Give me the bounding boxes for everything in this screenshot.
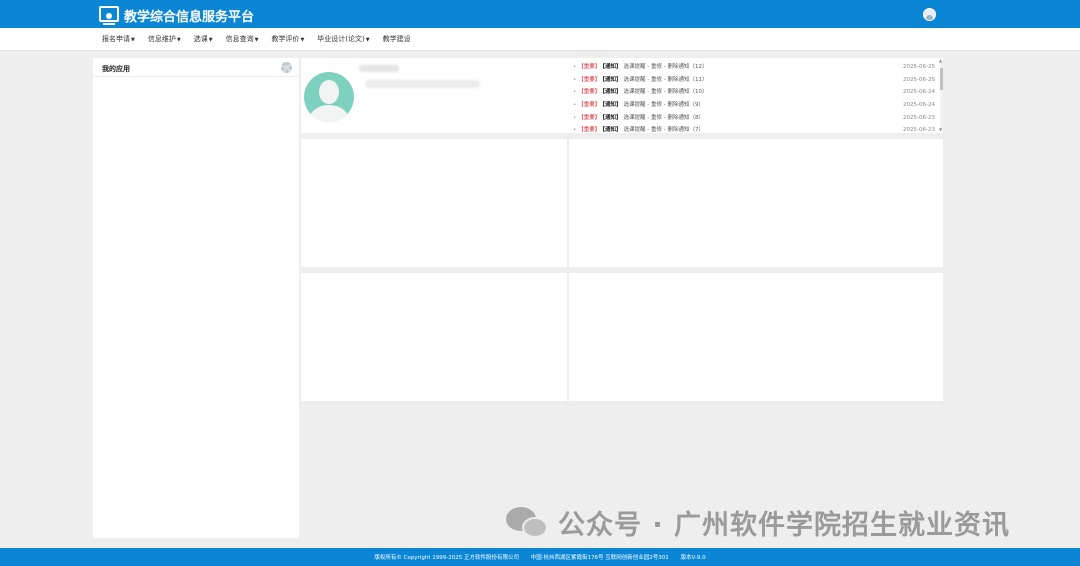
- nav-item-5[interactable]: 毕业设计(论文)▼: [317, 34, 369, 44]
- notice-title: 选课提醒 - 重修 - 删除通知（9）: [623, 102, 704, 109]
- blurred-user-name: [359, 65, 399, 72]
- chat-bubble-shape: [522, 516, 548, 538]
- important-tag: 【重要】: [578, 102, 601, 109]
- caret-down-icon: ▼: [208, 37, 213, 43]
- scroll-down-arrow-icon[interactable]: ▼: [939, 127, 942, 132]
- nav-item-2[interactable]: 选课▼: [194, 34, 213, 44]
- watermark-text: 公众号 · 广州软件学院招生就业资讯: [558, 510, 1011, 541]
- footer-text: 版权所有© Copyright 1999-2025 正方软件股份有限公司 中国·…: [0, 553, 1080, 561]
- notice-row[interactable]: • 【重要】 【通知】 选课提醒 - 重修 - 删除通知（8） 2025-06-23: [573, 112, 939, 125]
- content-card-2: [569, 139, 943, 267]
- notice-type-tag: 【通知】: [602, 64, 622, 70]
- footer-address: 中国·杭州西湖区紫霞街176号 互联网创新创业园2号301: [530, 555, 669, 561]
- nav-item-label: 信息维护: [147, 35, 176, 43]
- profile-notice-panel: • 【重要】 【通知】 选课提醒 - 重修 - 删除通知（12） 2025-06-25 •…: [301, 58, 943, 133]
- content-card-4: [569, 273, 943, 401]
- notice-date: 2025-06-24: [903, 102, 935, 109]
- user-avatar-icon[interactable]: [923, 8, 936, 21]
- notice-row[interactable]: • 【重要】 【通知】 选课提醒 - 重修 - 删除通知（9） 2025-06-24: [573, 99, 939, 112]
- caret-down-icon: ▼: [254, 37, 259, 43]
- notice-type-tag: 【通知】: [602, 114, 622, 121]
- notice-title: 选课提醒 - 重修 - 删除通知（11）: [623, 76, 708, 83]
- nav-item-label: 信息查询: [225, 35, 254, 43]
- divider: [93, 76, 299, 77]
- notice-type-tag: 【通知】: [602, 127, 622, 134]
- important-tag: 【重要】: [578, 64, 601, 70]
- nav-item-label: 报名申请: [102, 35, 130, 43]
- content-card-3: [301, 273, 567, 401]
- bullet-icon: •: [573, 102, 577, 109]
- notice-type-tag: 【通知】: [602, 89, 622, 96]
- nav-item-label: 教学建设: [382, 35, 411, 43]
- gear-icon[interactable]: [281, 62, 292, 73]
- nav-list: 报名申请▼ 信息维护▼ 选课▼ 信息查询▼ 教学评价▼ 毕业设计(论文)▼ 教学建设: [102, 34, 424, 44]
- important-tag: 【重要】: [578, 114, 601, 121]
- bullet-icon: •: [573, 76, 577, 83]
- nav-item-6[interactable]: 教学建设: [383, 34, 411, 44]
- my-apps-panel: 我的应用: [93, 58, 299, 538]
- notice-title: 选课提醒 - 重修 - 删除通知（12）: [623, 64, 708, 70]
- nav-item-1[interactable]: 信息维护▼: [148, 34, 181, 44]
- nav-item-0[interactable]: 报名申请▼: [102, 34, 135, 44]
- notice-row[interactable]: • 【重要】 【通知】 选课提醒 - 重修 - 删除通知（10） 2025-06-24: [573, 86, 939, 99]
- scroll-thumb[interactable]: [940, 68, 943, 90]
- nav-item-label: 教学评价: [271, 35, 300, 43]
- notice-date: 2025-06-25: [903, 76, 935, 83]
- wechat-icon: [506, 505, 550, 541]
- avatar-body-shape: [309, 105, 349, 122]
- notice-scrollbar[interactable]: ▲ ▼: [939, 58, 943, 132]
- notice-date: 2025-06-23: [903, 127, 935, 134]
- avatar-head-shape: [319, 80, 339, 104]
- notice-row[interactable]: • 【重要】 【通知】 选课提醒 - 重修 - 删除通知（12） 2025-06-25: [573, 61, 939, 74]
- content-card-1: [301, 139, 567, 267]
- footer-version: 版本V-9.0: [680, 555, 706, 561]
- notice-list: • 【重要】 【通知】 选课提醒 - 重修 - 删除通知（12） 2025-06-25 •…: [573, 61, 939, 137]
- notice-title: 选课提醒 - 重修 - 删除通知（8）: [623, 114, 704, 121]
- important-tag: 【重要】: [578, 127, 601, 134]
- footer: 版权所有© Copyright 1999-2025 正方软件股份有限公司 中国·…: [0, 548, 1080, 566]
- notice-title: 选课提醒 - 重修 - 删除通知（10）: [623, 89, 708, 96]
- nav-item-3[interactable]: 信息查询▼: [226, 34, 259, 44]
- profile-avatar[interactable]: [304, 72, 354, 122]
- notice-title: 选课提醒 - 重修 - 删除通知（7）: [623, 127, 704, 134]
- blurred-user-info: [365, 80, 480, 88]
- notice-date: 2025-06-23: [903, 114, 935, 121]
- notice-row[interactable]: • 【重要】 【通知】 选课提醒 - 重修 - 删除通知（11） 2025-06-25: [573, 74, 939, 87]
- main-nav: 报名申请▼ 信息维护▼ 选课▼ 信息查询▼ 教学评价▼ 毕业设计(论文)▼ 教学建设: [0, 28, 1080, 51]
- bullet-icon: •: [573, 89, 577, 96]
- my-apps-title: 我的应用: [102, 65, 130, 73]
- notice-row[interactable]: • 【重要】 【通知】 选课提醒 - 重修 - 删除通知（7） 2025-06-23: [573, 124, 939, 137]
- caret-down-icon: ▼: [131, 37, 135, 43]
- nav-item-label: 选课: [193, 35, 208, 43]
- caret-down-icon: ▼: [365, 37, 370, 43]
- notice-type-tag: 【通知】: [602, 102, 622, 109]
- wechat-watermark: 公众号 · 广州软件学院招生就业资讯: [506, 503, 1010, 542]
- bullet-icon: •: [573, 127, 577, 134]
- bullet-icon: •: [573, 114, 577, 121]
- scroll-up-arrow-icon[interactable]: ▲: [939, 58, 942, 63]
- notice-date: 2025-06-24: [903, 89, 935, 96]
- caret-down-icon: ▼: [176, 37, 181, 43]
- notice-date: 2025-06-25: [903, 64, 935, 70]
- monitor-logo-icon: [99, 6, 119, 25]
- caret-down-icon: ▼: [300, 37, 305, 43]
- important-tag: 【重要】: [578, 89, 601, 96]
- app-title: 教学综合信息服务平台: [124, 10, 255, 25]
- footer-copyright: 版权所有© Copyright 1999-2025 正方软件股份有限公司: [374, 555, 519, 561]
- nav-item-label: 毕业设计(论文): [317, 35, 365, 43]
- important-tag: 【重要】: [578, 76, 601, 83]
- top-header: 教学综合信息服务平台: [0, 0, 1080, 28]
- nav-item-4[interactable]: 教学评价▼: [271, 34, 304, 44]
- notice-type-tag: 【通知】: [602, 76, 622, 83]
- bullet-icon: •: [573, 64, 577, 70]
